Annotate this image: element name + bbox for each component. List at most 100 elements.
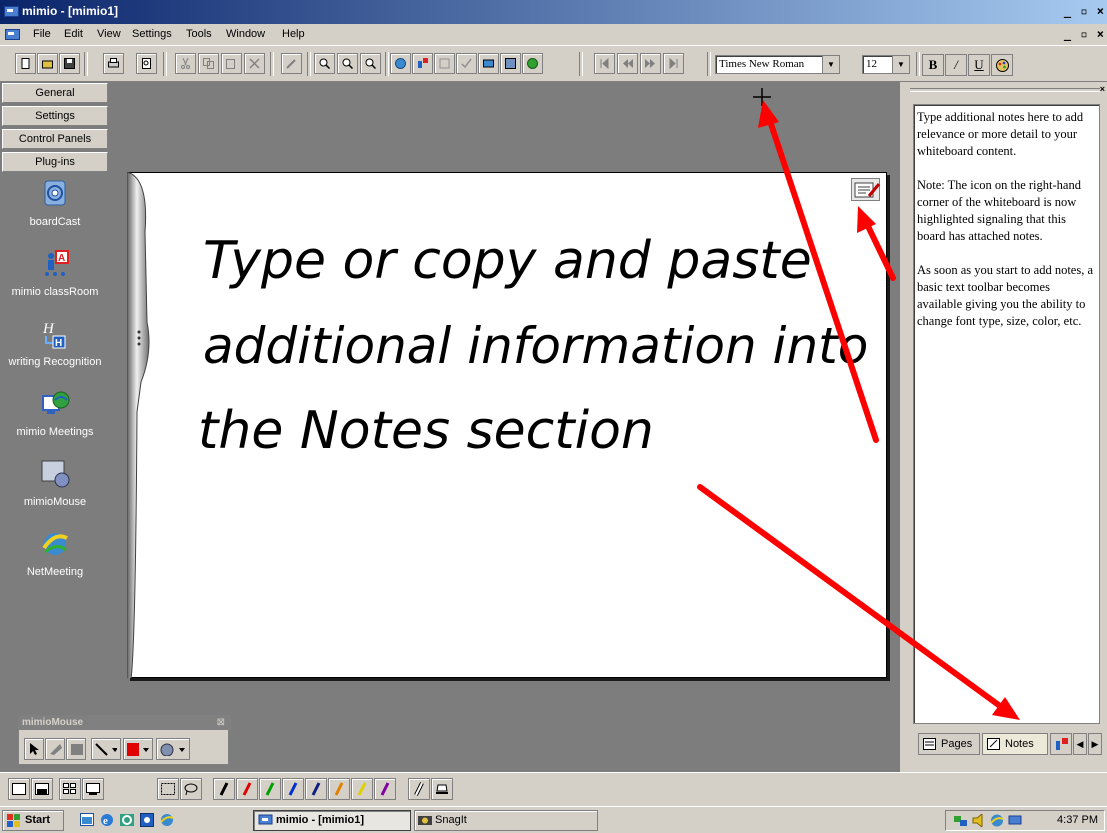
eraser-shape-button[interactable] (45, 738, 65, 760)
tab-notes[interactable]: Notes (982, 733, 1048, 755)
plugin-mimio-classroom[interactable]: A mimio classRoom (0, 248, 110, 298)
sidebar-header-settings[interactable]: Settings (2, 106, 108, 126)
task-mimio[interactable]: mimio - [mimio1] (253, 810, 411, 831)
plugin-netmeeting[interactable]: NetMeeting (0, 528, 110, 578)
pen-purple-button[interactable] (374, 778, 396, 800)
print-preview-button[interactable] (136, 53, 157, 74)
new-button[interactable] (15, 53, 36, 74)
previous-page-button[interactable] (617, 53, 638, 74)
pen-red-button[interactable] (236, 778, 258, 800)
outlook-icon[interactable] (120, 813, 134, 827)
sidebar-header-control-panels[interactable]: Control Panels (2, 129, 108, 149)
sidebar-header-general[interactable]: General (2, 83, 108, 103)
zoom-out-button[interactable] (337, 53, 358, 74)
plugin-mimio-meetings[interactable]: mimio Meetings (0, 388, 110, 438)
spellcheck-button[interactable] (456, 53, 477, 74)
plugin-boardcast[interactable]: boardCast (0, 178, 110, 228)
document-window-controls[interactable]: _ ▫ × (1064, 27, 1105, 41)
boardcast-tool-button[interactable] (390, 53, 411, 74)
pen-yellow-button[interactable] (351, 778, 373, 800)
eraser-button[interactable] (408, 778, 430, 800)
font-name-select[interactable]: Times New Roman ▼ (715, 55, 840, 74)
classroom-icon (1056, 738, 1068, 750)
tab-scroll-right[interactable]: ▶ (1088, 733, 1102, 755)
paste-button[interactable] (221, 53, 242, 74)
cut-button[interactable] (175, 53, 196, 74)
document-icon[interactable] (4, 27, 20, 41)
tab-classroom[interactable] (1050, 733, 1072, 755)
whiteboard-page[interactable]: Type or copy and paste additional inform… (127, 172, 887, 678)
mimio-tray-icon[interactable] (1008, 814, 1022, 827)
network-icon[interactable] (954, 814, 968, 827)
task-snagit[interactable]: SnagIt (414, 810, 598, 831)
title-bar[interactable]: mimio - [mimio1] _ ▫ × (0, 0, 1107, 24)
mimio-app-icon[interactable] (3, 4, 19, 18)
save-button[interactable] (59, 53, 80, 74)
recognition-tool-button[interactable] (434, 53, 455, 74)
internet-explorer-icon[interactable]: e (100, 813, 114, 827)
select-region-button[interactable] (157, 778, 179, 800)
text-color-button[interactable] (991, 54, 1013, 76)
menu-help[interactable]: Help (282, 28, 305, 40)
quicklaunch-app-icon[interactable] (140, 813, 154, 827)
italic-button[interactable]: / (945, 54, 967, 76)
start-button[interactable]: Start (2, 810, 64, 831)
menu-tools[interactable]: Tools (186, 28, 212, 40)
pen-navy-button[interactable] (305, 778, 327, 800)
page-split-view-button[interactable] (31, 778, 53, 800)
menu-edit[interactable]: Edit (64, 28, 83, 40)
delete-button[interactable] (244, 53, 265, 74)
plugin-mimiomouse[interactable]: mimioMouse (0, 458, 110, 508)
classroom-tool-button[interactable] (412, 53, 433, 74)
sidebar-header-plug-ins[interactable]: Plug-ins (2, 152, 108, 172)
chevron-down-icon[interactable]: ▼ (822, 56, 839, 73)
meetings-tool-button[interactable] (478, 53, 499, 74)
board-notes-indicator-icon[interactable] (851, 178, 881, 201)
pen-orange-button[interactable] (328, 778, 350, 800)
thumbnail-view-button[interactable] (59, 778, 81, 800)
font-size-select[interactable]: 12 ▼ (862, 55, 910, 74)
next-page-button[interactable] (640, 53, 661, 74)
menu-window[interactable]: Window (226, 28, 265, 40)
menu-file[interactable]: File (33, 28, 51, 40)
lasso-button[interactable] (180, 778, 202, 800)
bold-button[interactable]: B (922, 54, 944, 76)
zoom-in-button[interactable] (314, 53, 335, 74)
plugin-writing-recognition[interactable]: HH writing Recognition (0, 318, 110, 368)
close-icon[interactable]: ⊠ (217, 717, 225, 728)
underline-button[interactable]: U (968, 54, 990, 76)
rectangle-button[interactable] (66, 738, 86, 760)
volume-icon[interactable] (972, 814, 986, 827)
netmeeting-icon[interactable] (160, 813, 174, 827)
show-desktop-icon[interactable] (80, 813, 94, 827)
zoom-fit-button[interactable] (360, 53, 381, 74)
large-eraser-button[interactable] (431, 778, 453, 800)
copy-button[interactable] (198, 53, 219, 74)
pen-green-button[interactable] (259, 778, 281, 800)
print-button[interactable] (103, 53, 124, 74)
pen-blue-button[interactable] (282, 778, 304, 800)
close-icon[interactable]: × (1100, 84, 1105, 94)
mouse-tool-button[interactable] (500, 53, 521, 74)
pen-black-button[interactable] (213, 778, 235, 800)
menu-settings[interactable]: Settings (132, 28, 172, 40)
netmeeting-tray-icon[interactable] (990, 814, 1004, 827)
full-screen-button[interactable] (82, 778, 104, 800)
line-tool-button[interactable] (91, 738, 121, 760)
menu-view[interactable]: View (97, 28, 121, 40)
tab-pages[interactable]: Pages (918, 733, 980, 755)
open-button[interactable] (37, 53, 58, 74)
pen-button[interactable] (281, 53, 302, 74)
notes-textarea[interactable]: Type additional notes here to add releva… (913, 104, 1100, 724)
single-page-view-button[interactable] (8, 778, 30, 800)
tab-scroll-left[interactable]: ◀ (1073, 733, 1087, 755)
mimiomouse-palette[interactable]: mimioMouse ⊠ (18, 715, 231, 765)
chevron-down-icon[interactable]: ▼ (892, 56, 909, 73)
mouse-options-button[interactable] (156, 738, 190, 760)
color-picker-button[interactable] (123, 738, 153, 760)
window-controls[interactable]: _ ▫ × (1064, 4, 1105, 18)
select-arrow-button[interactable] (24, 738, 44, 760)
netmeeting-tool-button[interactable] (522, 53, 543, 74)
first-page-button[interactable] (594, 53, 615, 74)
last-page-button[interactable] (663, 53, 684, 74)
